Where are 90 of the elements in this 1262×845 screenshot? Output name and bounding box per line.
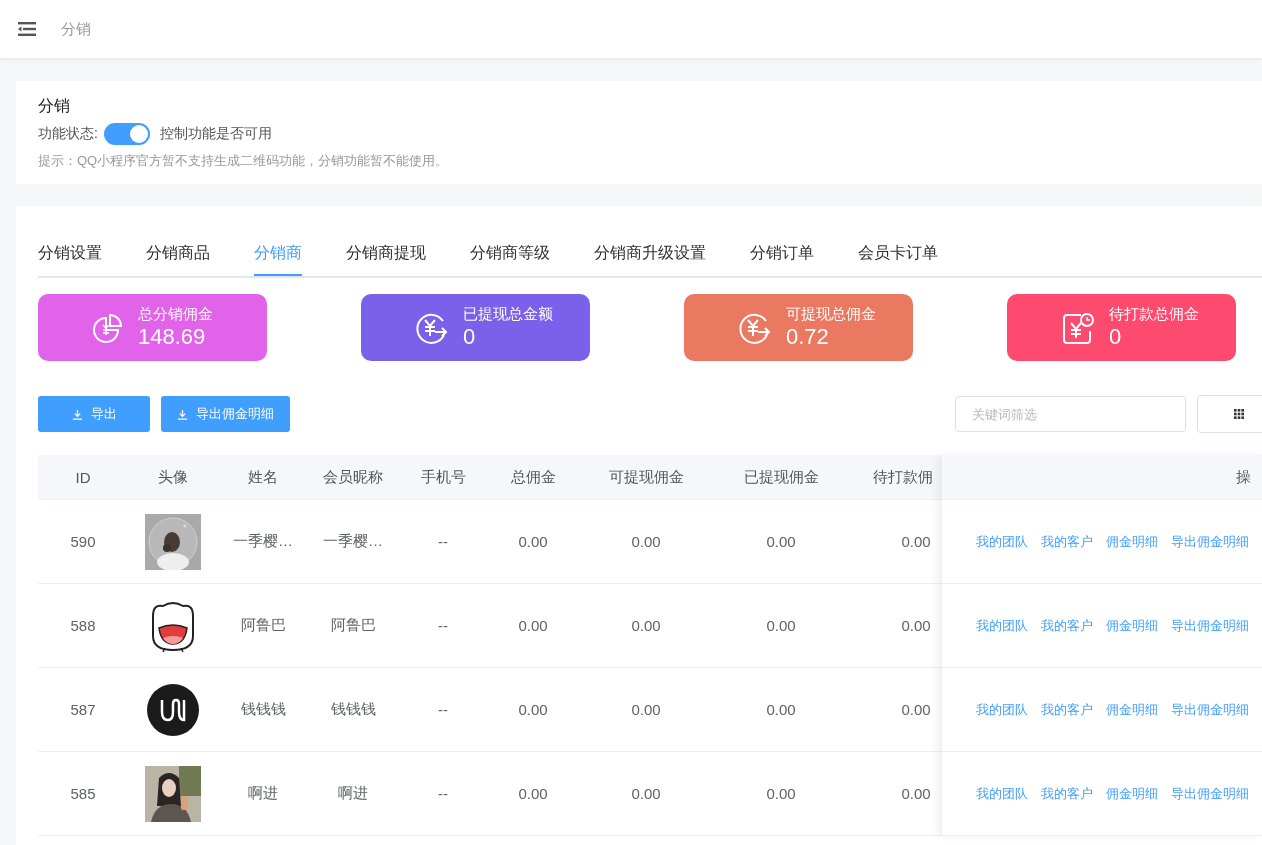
column-header: 头像: [157, 467, 189, 487]
action-link[interactable]: 导出佣金明细: [1171, 784, 1249, 803]
table-cell-text: 590: [69, 533, 97, 550]
table-cell-text: 0.00: [517, 617, 549, 634]
table-cell-text: 0.00: [900, 785, 932, 802]
table-cell-text: 0.00: [630, 785, 662, 802]
toggle-hint: 控制功能是否可用: [159, 125, 272, 143]
column-header: 姓名: [247, 467, 279, 487]
table-cell-text: 0.00: [900, 617, 932, 634]
action-link[interactable]: 佣金明细: [1106, 532, 1158, 551]
tab[interactable]: 分销设置: [38, 242, 102, 274]
table-cell-text: --: [437, 701, 449, 718]
table-cell-text: 0.00: [517, 533, 549, 550]
table-cell-text: 587: [69, 701, 97, 718]
table-cell-text: 钱钱钱: [239, 700, 287, 719]
section-title: 分销: [38, 96, 71, 116]
table-cell-text: 0.00: [900, 701, 932, 718]
menu-icon[interactable]: [18, 22, 36, 36]
table-cell-text: 啊进: [337, 784, 369, 803]
column-header: 待打款佣: [872, 467, 934, 487]
table-cell-text: 0.00: [630, 701, 662, 718]
table-cell-text: 0.00: [900, 533, 932, 550]
tab[interactable]: 分销商等级: [470, 242, 550, 274]
table-cell-text: 啊进: [247, 784, 279, 803]
table-cell-text: 585: [69, 785, 97, 802]
table-cell-text: 阿鲁巴: [239, 616, 287, 635]
column-header: ID: [74, 468, 92, 486]
column-header: 已提现佣金: [742, 467, 820, 487]
table-cell-text: 0.00: [765, 617, 797, 634]
stat-value: 148.69: [138, 322, 207, 351]
action-link[interactable]: 导出佣金明细: [1171, 700, 1249, 719]
table-cell-text: 0.00: [630, 533, 662, 550]
action-link[interactable]: 我的客户: [1041, 700, 1093, 719]
column-header: 总佣金: [509, 467, 557, 487]
export-button[interactable]: 导出佣金明细: [161, 396, 290, 432]
tab[interactable]: 分销商提现: [346, 242, 426, 274]
stat-value: 0: [1109, 322, 1123, 351]
stat-value: 0.72: [786, 322, 830, 351]
action-link[interactable]: 导出佣金明细: [1171, 616, 1249, 635]
tab[interactable]: 分销订单: [750, 242, 814, 274]
export-button[interactable]: 导出: [38, 396, 150, 432]
action-link[interactable]: 我的客户: [1041, 616, 1093, 635]
table-cell-text: 阿鲁巴: [329, 616, 377, 635]
tab[interactable]: 分销商品: [146, 242, 210, 274]
tab[interactable]: 分销商升级设置: [594, 242, 706, 274]
toggle-switch[interactable]: [103, 123, 150, 145]
stat-title: 待打款总佣金: [1109, 304, 1199, 323]
table-cell-text: 一季樱…: [322, 532, 384, 551]
table-cell-text: --: [437, 617, 449, 634]
action-link[interactable]: 佣金明细: [1106, 784, 1158, 803]
yen-clock-icon: [1061, 310, 1095, 345]
download-icon: [71, 408, 83, 420]
search-field[interactable]: 关键词筛选: [955, 396, 1186, 432]
column-header: 手机号: [419, 467, 467, 487]
stat-title: 可提现总佣金: [786, 304, 876, 323]
table-cell-text: 588: [69, 617, 97, 634]
table-cell-text: --: [437, 785, 449, 802]
table-cell-text: 0.00: [517, 785, 549, 802]
action-link[interactable]: 佣金明细: [1106, 700, 1158, 719]
column-header: 会员昵称: [322, 467, 384, 487]
action-link[interactable]: 我的团队: [976, 784, 1028, 803]
table-cell-text: --: [437, 533, 449, 550]
action-link[interactable]: 我的团队: [976, 700, 1028, 719]
table-cell-text: 钱钱钱: [329, 700, 377, 719]
tab[interactable]: 会员卡订单: [858, 242, 938, 274]
stat-title: 总分销佣金: [138, 304, 213, 323]
tab[interactable]: 分销商: [254, 242, 302, 276]
action-link[interactable]: 我的团队: [976, 532, 1028, 551]
table-cell-text: 0.00: [765, 533, 797, 550]
notice-text: 提示：QQ小程序官方暂不支持生成二维码功能，分销功能暂不能使用。: [38, 152, 450, 170]
grid-icon: [1234, 409, 1244, 419]
pie-chart-icon: [92, 311, 124, 344]
table-cell-text: 0.00: [517, 701, 549, 718]
table-cell-text: 0.00: [765, 701, 797, 718]
action-link[interactable]: 我的客户: [1041, 532, 1093, 551]
column-header: 可提现佣金: [607, 467, 685, 487]
download-icon: [177, 408, 188, 420]
action-link[interactable]: 我的客户: [1041, 784, 1093, 803]
stat-title: 已提现总金额: [463, 304, 553, 323]
action-link[interactable]: 佣金明细: [1106, 616, 1158, 635]
table-cell-text: 一季樱…: [232, 532, 294, 551]
table-cell-text: 0.00: [765, 785, 797, 802]
column-header: 操: [1236, 467, 1251, 487]
stat-value: 0: [463, 322, 477, 351]
breadcrumb[interactable]: 分销: [61, 19, 91, 39]
action-link[interactable]: 导出佣金明细: [1171, 532, 1249, 551]
action-link[interactable]: 我的团队: [976, 616, 1028, 635]
status-label: 功能状态:: [38, 125, 98, 143]
table-cell-text: 0.00: [630, 617, 662, 634]
column-toggle-button[interactable]: [1197, 395, 1262, 433]
